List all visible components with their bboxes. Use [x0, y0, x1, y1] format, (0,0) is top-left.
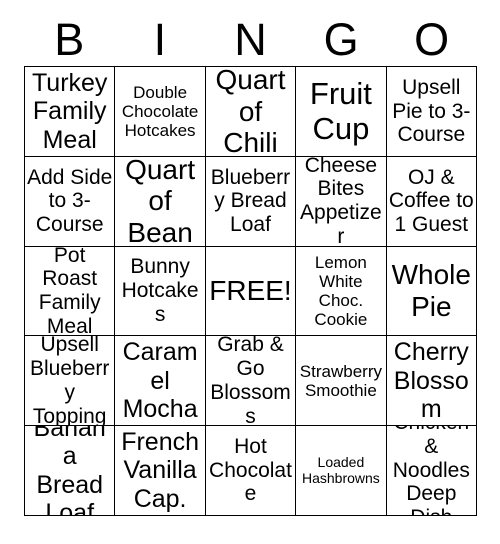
- bingo-card: B I N G O Turkey Family Meal Double Choc…: [0, 0, 500, 544]
- bingo-cell-label: Quart of Chili: [215, 67, 286, 157]
- bingo-cell-label: Grab & Go Blossoms: [210, 336, 291, 427]
- bingo-cell-g2[interactable]: Cheese Bites Appetizer: [296, 156, 387, 247]
- bingo-cell-label: Strawberry Smoothie: [299, 361, 382, 400]
- bingo-cell-i2[interactable]: Quart of Bean: [115, 156, 206, 247]
- bingo-cell-g5[interactable]: Loaded Hashbrowns: [296, 426, 387, 516]
- bingo-header-letter-i: I: [153, 13, 167, 65]
- bingo-cell-label: French Vanilla Cap.: [121, 428, 199, 513]
- bingo-cell-label: Blueberry Bread Loaf: [210, 165, 291, 237]
- bingo-cell-b4[interactable]: Upsell Blueberry Topping: [25, 336, 116, 427]
- bingo-free-label: FREE!: [209, 275, 292, 307]
- bingo-cell-label: Double Chocolate Hotcakes: [121, 82, 199, 140]
- bingo-cell-i5[interactable]: French Vanilla Cap.: [115, 426, 206, 516]
- bingo-cell-free-space[interactable]: FREE!: [205, 246, 297, 337]
- bingo-cell-label: Fruit Cup: [309, 76, 372, 147]
- bingo-cell-label: Cherry Blossom: [393, 338, 469, 423]
- bingo-cell-label: Quart of Bean: [125, 156, 196, 247]
- bingo-cell-g1[interactable]: Fruit Cup: [296, 67, 387, 157]
- bingo-cell-o4[interactable]: Cherry Blossom: [386, 336, 477, 427]
- bingo-header-row: B I N G O: [24, 12, 477, 66]
- bingo-header-letter-o: O: [414, 13, 450, 65]
- bingo-cell-i1[interactable]: Double Chocolate Hotcakes: [115, 67, 206, 157]
- bingo-cell-label: OJ & Coffee to 1 Guest: [388, 165, 474, 237]
- bingo-cell-g3[interactable]: Lemon White Choc. Cookie: [296, 246, 387, 337]
- bingo-cell-label: Chicken & Noodles Deep Dish: [392, 426, 470, 515]
- bingo-cell-n4[interactable]: Grab & Go Blossoms: [205, 336, 297, 427]
- bingo-cell-n1[interactable]: Quart of Chili: [205, 67, 297, 157]
- bingo-cell-label: Caramel Mocha: [122, 338, 198, 423]
- bingo-cell-b2[interactable]: Add Side to 3-Course: [25, 156, 116, 247]
- bingo-cell-label: Loaded Hashbrowns: [301, 453, 380, 486]
- bingo-cell-o5[interactable]: Chicken & Noodles Deep Dish: [386, 426, 477, 516]
- bingo-header-letter-n: N: [234, 13, 267, 65]
- bingo-cell-label: Upsell Blueberry Topping: [30, 336, 110, 427]
- bingo-cell-b3[interactable]: Pot Roast Family Meal: [25, 246, 116, 337]
- bingo-cell-label: Bunny Hotcakes: [121, 255, 199, 326]
- bingo-cell-label: Lemon White Choc. Cookie: [314, 252, 368, 330]
- bingo-cell-g4[interactable]: Strawberry Smoothie: [296, 336, 387, 427]
- bingo-header-letter-b: B: [54, 13, 85, 65]
- bingo-header-letter-g: G: [323, 13, 359, 65]
- bingo-cell-b1[interactable]: Turkey Family Meal: [25, 67, 116, 157]
- bingo-cell-o3[interactable]: Whole Pie: [386, 246, 477, 337]
- bingo-cell-label: Whole Pie: [391, 259, 471, 322]
- bingo-cell-n5[interactable]: Hot Chocolate: [205, 426, 297, 516]
- bingo-cell-label: Add Side to 3-Course: [27, 165, 113, 237]
- bingo-cell-o1[interactable]: Upsell Pie to 3-Course: [386, 67, 477, 157]
- bingo-cell-label: Banana Bread Loaf: [33, 426, 106, 516]
- bingo-cell-label: Hot Chocolate: [209, 435, 292, 506]
- bingo-cell-b5[interactable]: Banana Bread Loaf: [25, 426, 116, 516]
- bingo-cell-label: Cheese Bites Appetizer: [300, 156, 382, 247]
- bingo-cell-i3[interactable]: Bunny Hotcakes: [115, 246, 206, 337]
- bingo-cell-label: Turkey Family Meal: [31, 69, 108, 154]
- bingo-cell-n2[interactable]: Blueberry Bread Loaf: [205, 156, 297, 247]
- bingo-cell-label: Upsell Pie to 3-Course: [392, 75, 471, 147]
- bingo-cell-i4[interactable]: Caramel Mocha: [115, 336, 206, 427]
- bingo-cell-label: Pot Roast Family Meal: [38, 246, 101, 337]
- bingo-grid: Turkey Family Meal Double Chocolate Hotc…: [24, 66, 477, 516]
- bingo-cell-o2[interactable]: OJ & Coffee to 1 Guest: [386, 156, 477, 247]
